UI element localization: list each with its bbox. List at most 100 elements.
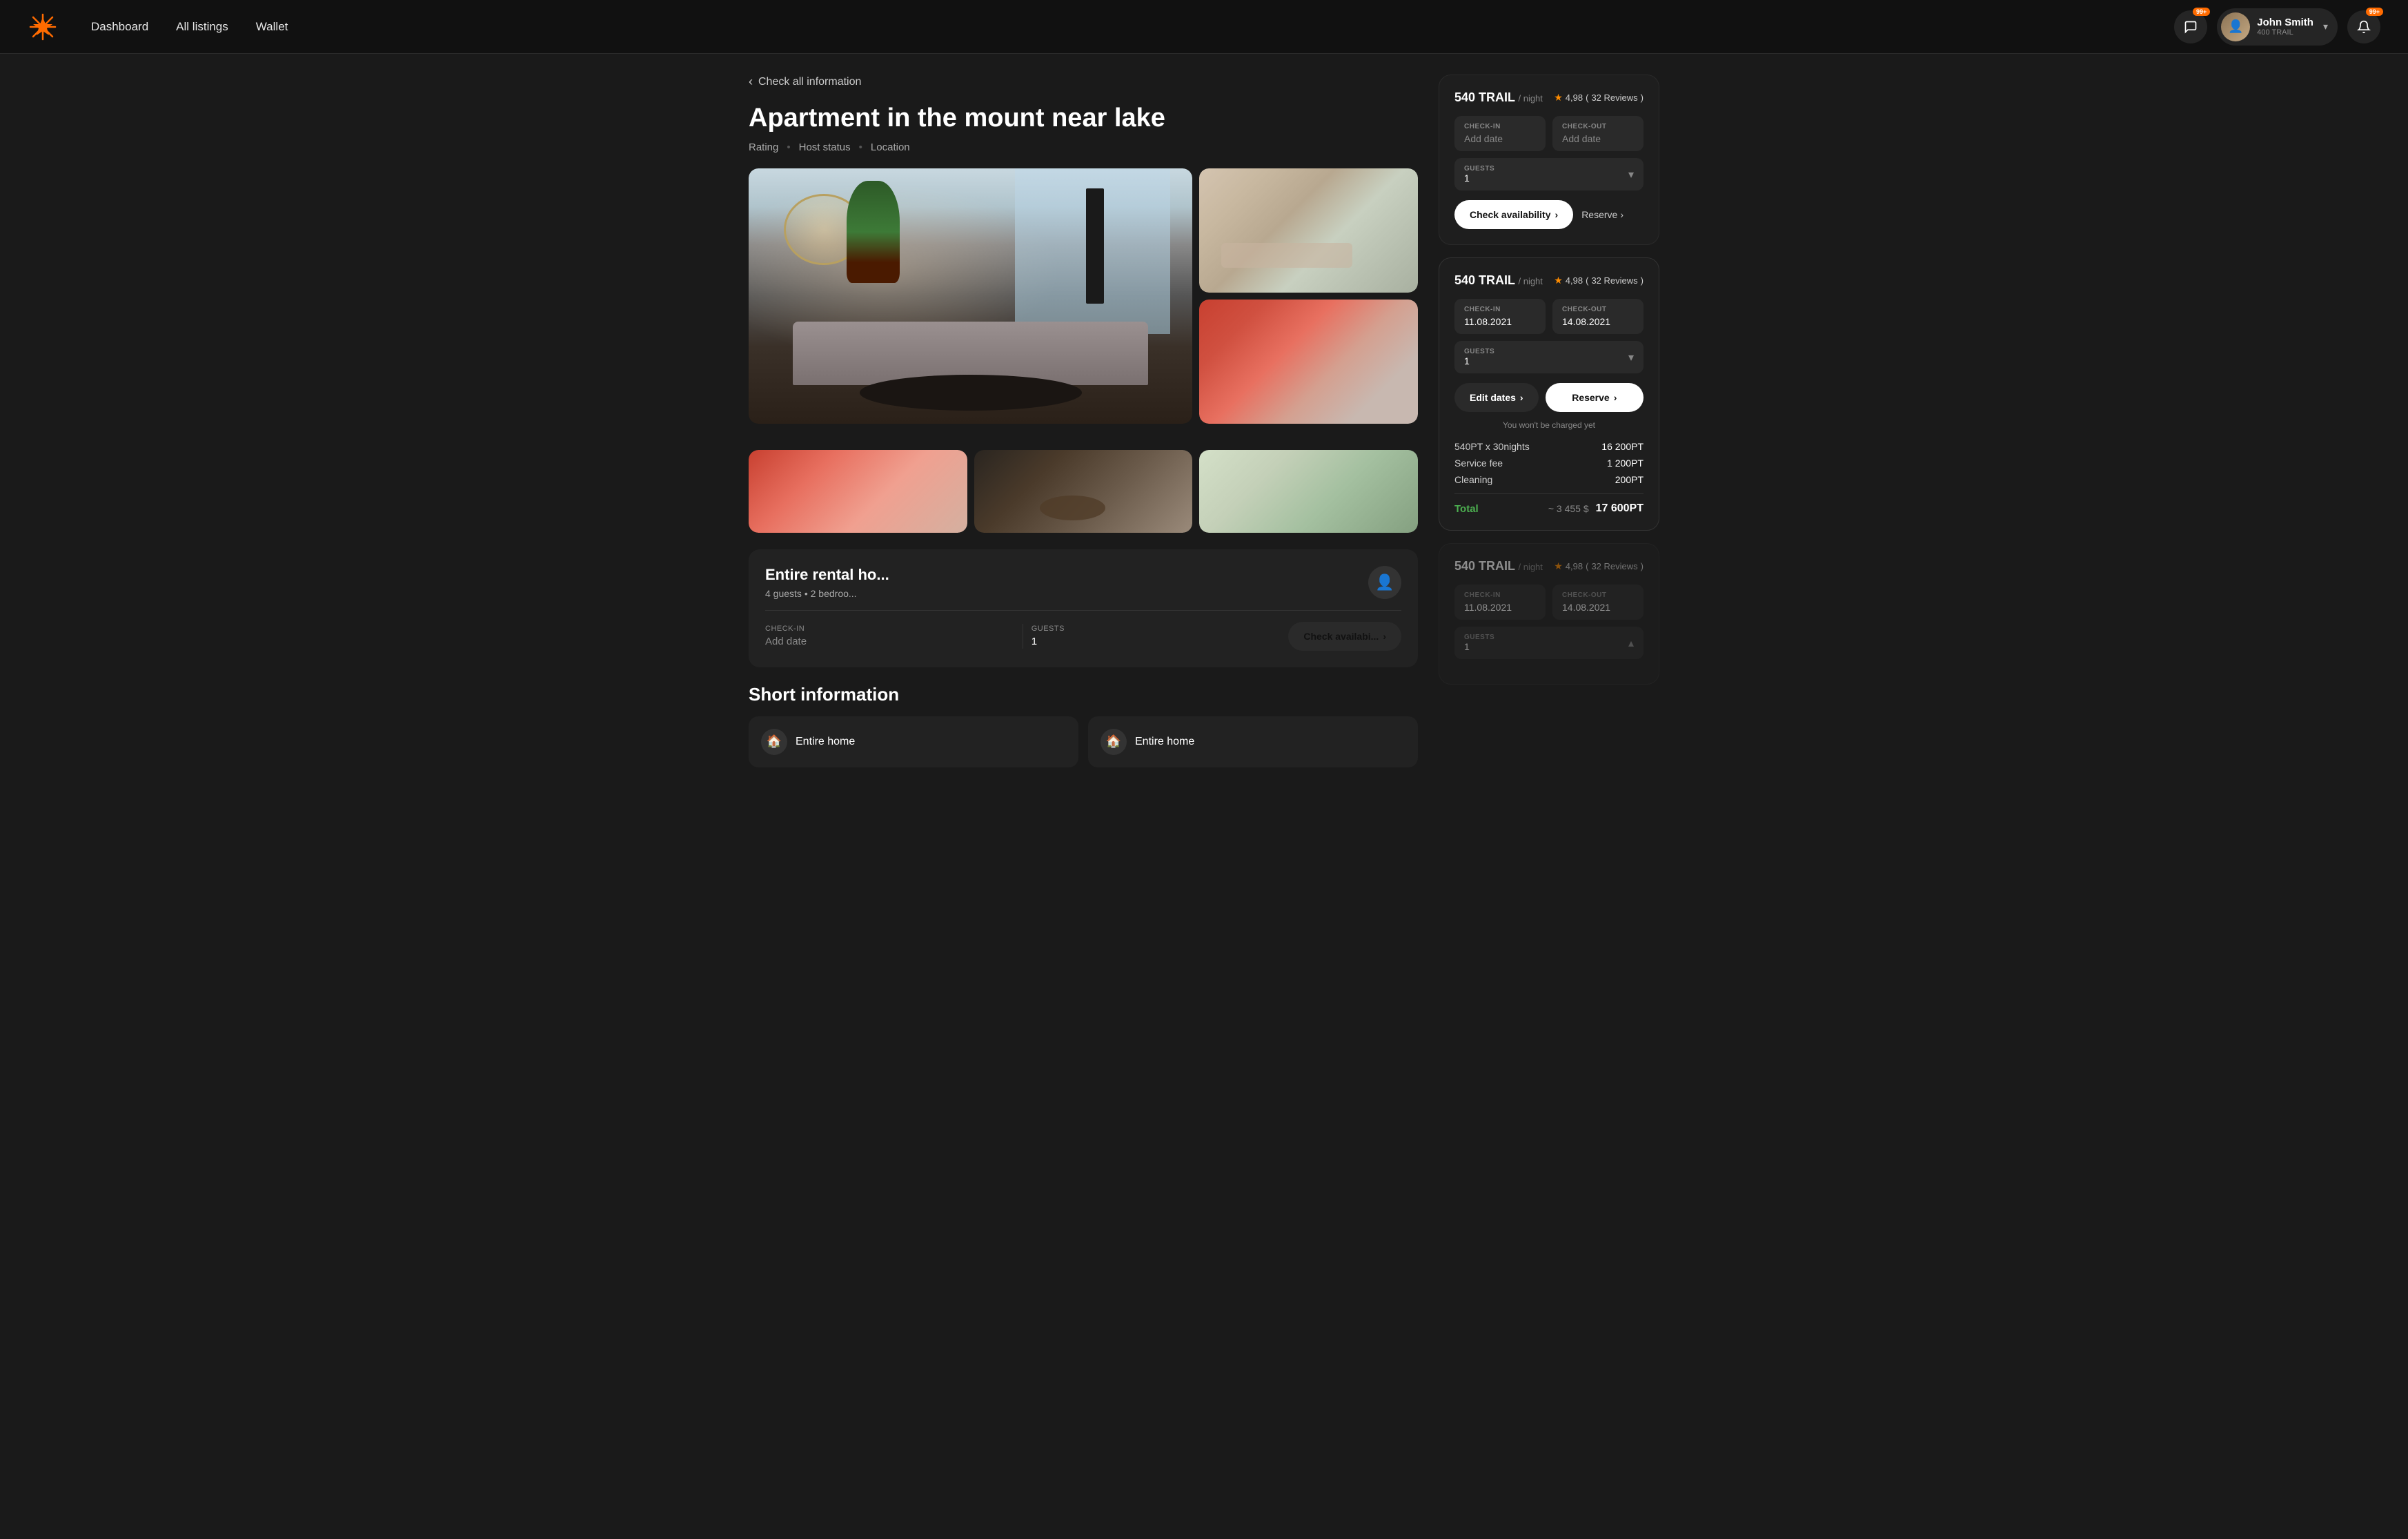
thumb-3[interactable] (1199, 450, 1418, 533)
cost-row-1: 540PT x 30nights 16 200PT (1454, 441, 1644, 452)
edit-arrow-icon: › (1520, 392, 1523, 403)
home-icon-1: 🏠 (761, 729, 787, 755)
side-photo-2[interactable] (1199, 300, 1418, 424)
card1-price-suffix: / night (1518, 93, 1542, 104)
nav-all-listings[interactable]: All listings (176, 20, 228, 34)
card1-checkout-box[interactable]: CHECK-OUT Add date (1552, 116, 1644, 151)
reserve-arrow-icon-1: › (1620, 209, 1624, 220)
card2-checkout-box[interactable]: CHECK-OUT 14.08.2021 (1552, 299, 1644, 334)
short-info-card-1: 🏠 Entire home (749, 716, 1078, 767)
nav-wallet[interactable]: Wallet (256, 20, 288, 34)
card2-price-suffix: / night (1518, 276, 1542, 286)
host-avatar: 👤 (1368, 566, 1401, 599)
star-icon-3: ★ (1554, 560, 1563, 572)
chat-button[interactable]: 99+ (2174, 10, 2207, 43)
check-availability-inline-button[interactable]: Check availabi... › (1288, 622, 1401, 651)
card1-rating: ★ 4,98 (32 Reviews) (1554, 92, 1644, 104)
card1-checkout-value: Add date (1562, 133, 1634, 144)
card1-checkin-box[interactable]: CHECK-IN Add date (1454, 116, 1546, 151)
nav-dashboard[interactable]: Dashboard (91, 20, 148, 34)
card2-rating-value: 4,98 (1566, 275, 1583, 286)
short-info-label-2: Entire home (1135, 736, 1194, 748)
checkin-value-inline: Add date (765, 636, 1014, 647)
breadcrumb[interactable]: ‹ Check all information (749, 75, 1418, 89)
card1-btn-row: Check availability › Reserve › (1454, 200, 1644, 229)
rental-details: 4 guests • 2 bedroo... (765, 588, 889, 599)
card3-checkin-box[interactable]: CHECK-IN 11.08.2021 (1454, 585, 1546, 620)
check-availability-button-1[interactable]: Check availability › (1454, 200, 1573, 229)
booking-card-3: 540 TRAIL / night ★ 4,98 (32 Reviews) CH… (1439, 543, 1659, 685)
user-name: John Smith (2257, 17, 2313, 28)
reserve-filled-button[interactable]: Reserve › (1546, 383, 1644, 412)
guests-chevron-icon-2: ▾ (1628, 351, 1634, 364)
check-btn-label: Check availabi... (1303, 631, 1379, 642)
total-row: Total ~ 3 455 $ 17 600PT (1454, 502, 1644, 515)
location-label: Location (871, 141, 910, 153)
booking-card-2: 540 TRAIL / night ★ 4,98 (32 Reviews) CH… (1439, 257, 1659, 531)
short-info-title: Short information (749, 684, 1418, 705)
cost-divider (1454, 493, 1644, 494)
side-photos (1199, 168, 1418, 424)
card1-checkin-value: Add date (1464, 133, 1536, 144)
logo[interactable] (28, 12, 58, 42)
card3-date-row: CHECK-IN 11.08.2021 CHECK-OUT 14.08.2021 (1454, 585, 1644, 620)
card1-guests-box[interactable]: GUESTS 1 ▾ (1454, 158, 1644, 190)
navbar: Dashboard All listings Wallet 99+ 👤 John… (0, 0, 2408, 54)
reserve-filled-label: Reserve (1572, 392, 1610, 403)
card1-price: 540 TRAIL (1454, 90, 1515, 104)
photo-grid (749, 168, 1418, 431)
rating-label: Rating (749, 141, 778, 153)
user-trail: 400 TRAIL (2257, 28, 2313, 37)
card1-guests-label: GUESTS (1464, 165, 1494, 173)
chat-badge: 99+ (2193, 8, 2210, 16)
total-trail: 17 600PT (1596, 502, 1644, 515)
guests-chevron-icon-3: ▴ (1628, 636, 1634, 650)
card1-header: 540 TRAIL / night ★ 4,98 (32 Reviews) (1454, 90, 1644, 105)
check-btn-label-1: Check availability (1470, 209, 1551, 220)
reserve-ghost-button-1[interactable]: Reserve › (1581, 209, 1624, 220)
card3-guests-box[interactable]: GUESTS 1 ▴ (1454, 627, 1644, 659)
main-photo[interactable] (749, 168, 1192, 424)
cost-row-2: Service fee 1 200PT (1454, 458, 1644, 469)
thumb-1[interactable] (749, 450, 967, 533)
card2-rating: ★ 4,98 (32 Reviews) (1554, 275, 1644, 286)
cost-row-3: Cleaning 200PT (1454, 474, 1644, 485)
card3-rating: ★ 4,98 (32 Reviews) (1554, 560, 1644, 572)
thumbnail-row (749, 450, 1418, 533)
notification-badge: 99+ (2366, 8, 2383, 16)
avatar: 👤 (2221, 12, 2250, 41)
breadcrumb-label: Check all information (758, 76, 861, 88)
edit-dates-button[interactable]: Edit dates › (1454, 383, 1539, 412)
cost-value-2: 1 200PT (1607, 458, 1644, 469)
card3-checkout-box[interactable]: CHECK-OUT 14.08.2021 (1552, 585, 1644, 620)
total-label: Total (1454, 503, 1479, 515)
guests-chevron-icon-1: ▾ (1628, 168, 1634, 182)
short-info-label-1: Entire home (796, 736, 855, 748)
cost-label-3: Cleaning (1454, 474, 1492, 485)
short-info-section: Short information 🏠 Entire home 🏠 Entire… (749, 684, 1418, 767)
notification-button[interactable]: 99+ (2347, 10, 2380, 43)
card2-checkin-box[interactable]: CHECK-IN 11.08.2021 (1454, 299, 1546, 334)
thumb-2[interactable] (974, 450, 1193, 533)
card3-checkout-label: CHECK-OUT (1562, 591, 1634, 599)
back-icon: ‹ (749, 75, 753, 89)
cost-label-2: Service fee (1454, 458, 1503, 469)
side-photo-1[interactable] (1199, 168, 1418, 293)
short-info-grid: 🏠 Entire home 🏠 Entire home (749, 716, 1418, 767)
nav-right: 99+ 👤 John Smith 400 TRAIL ▾ 99+ (2174, 8, 2380, 46)
card1-guests-value: 1 (1464, 173, 1494, 184)
card3-checkin-label: CHECK-IN (1464, 591, 1536, 599)
card2-guests-box[interactable]: GUESTS 1 ▾ (1454, 341, 1644, 373)
left-column: ‹ Check all information Apartment in the… (749, 75, 1418, 767)
card2-header: 540 TRAIL / night ★ 4,98 (32 Reviews) (1454, 273, 1644, 288)
listing-meta: Rating • Host status • Location (749, 141, 1418, 153)
user-menu[interactable]: 👤 John Smith 400 TRAIL ▾ (2217, 8, 2338, 46)
card2-price: 540 TRAIL (1454, 273, 1515, 287)
entire-rental-section: Entire rental ho... 4 guests • 2 bedroo.… (749, 549, 1418, 667)
card1-checkout-label: CHECK-OUT (1562, 123, 1634, 130)
card2-guests-label: GUESTS (1464, 348, 1494, 355)
card2-checkout-label: CHECK-OUT (1562, 306, 1634, 313)
total-approx: ~ 3 455 $ (1548, 503, 1589, 514)
card1-checkin-label: CHECK-IN (1464, 123, 1536, 130)
right-column: 540 TRAIL / night ★ 4,98 (32 Reviews) CH… (1439, 75, 1659, 767)
